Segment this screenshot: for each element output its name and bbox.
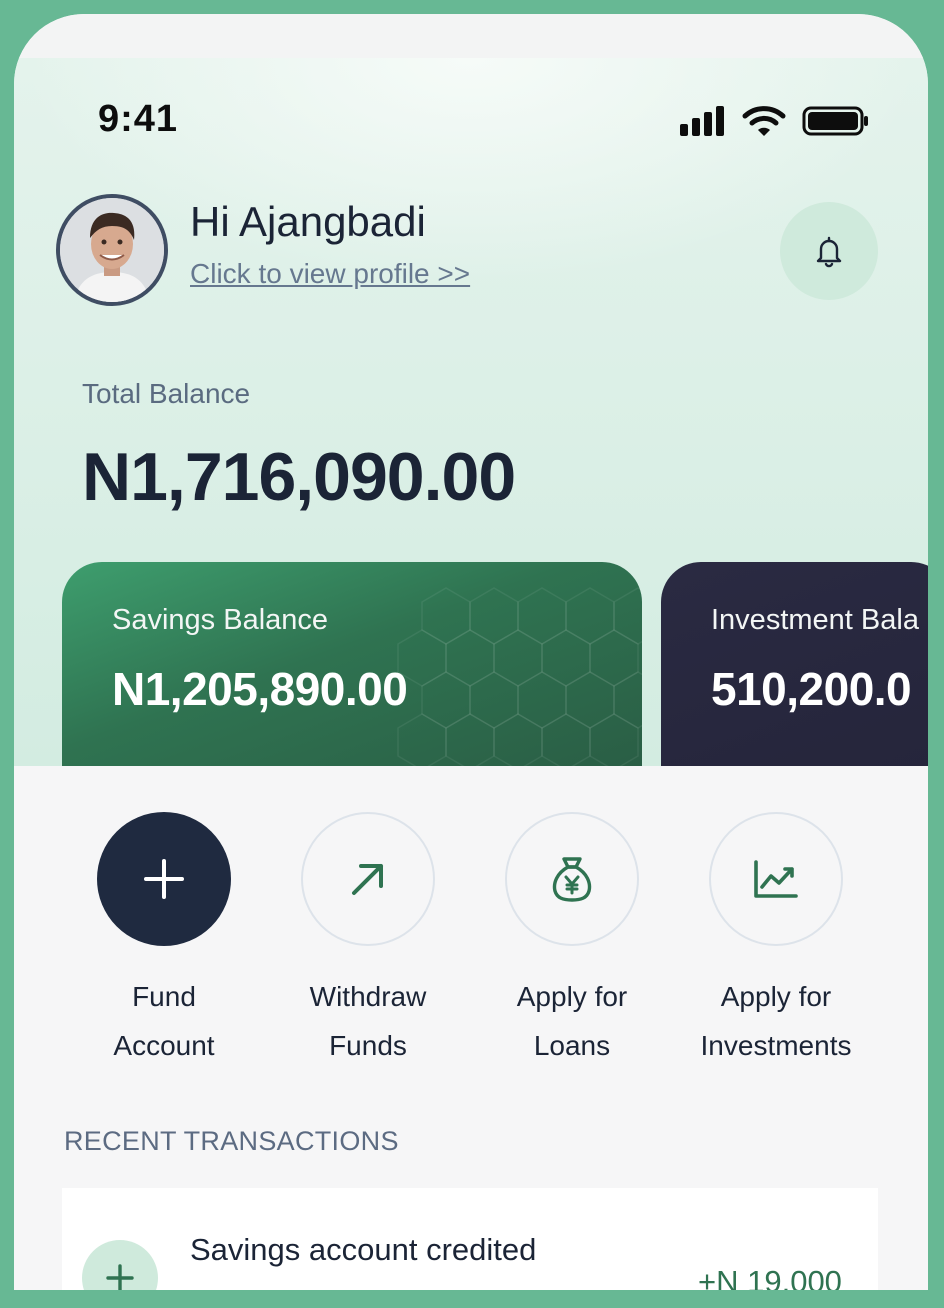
apply-for-investments-button[interactable]: Apply for Investments	[674, 812, 878, 1070]
view-profile-link[interactable]: Click to view profile >>	[190, 258, 470, 290]
transaction-title: Savings account credited	[190, 1232, 537, 1267]
withdraw-funds-button[interactable]: Withdraw Funds	[266, 812, 470, 1070]
transaction-list-item[interactable]: Savings account credited +N 19,000	[62, 1188, 878, 1290]
investment-balance-value: 510,200.0	[711, 663, 912, 715]
apply-for-investments-label-line1: Apply for	[720, 981, 832, 1012]
battery-icon	[802, 106, 868, 136]
apply-for-investments-circle[interactable]	[709, 812, 843, 946]
recent-transactions-title: RECENT TRANSACTIONS	[64, 1126, 399, 1156]
apply-for-loans-label-line2: Loans	[533, 1030, 611, 1061]
apply-for-investments-label-line2: Investments	[700, 1030, 852, 1061]
plus-icon	[144, 859, 184, 899]
apply-for-loans-label-line1: Apply for	[516, 981, 628, 1012]
withdraw-funds-circle[interactable]	[301, 812, 435, 946]
savings-balance-value: N1,205,890.00	[112, 663, 408, 715]
arrow-up-right-icon	[352, 864, 383, 895]
transaction-icon-badge	[82, 1240, 158, 1290]
fund-account-circle[interactable]	[97, 812, 231, 946]
savings-balance-label: Savings Balance	[112, 604, 329, 636]
fund-account-button[interactable]: Fund Account	[62, 812, 266, 1070]
money-bag-icon	[552, 857, 592, 902]
savings-balance-card[interactable]: Savings Balance N1,205,890.00	[62, 562, 642, 766]
top-strip	[14, 14, 928, 58]
apply-for-loans-button[interactable]: Apply for Loans	[470, 812, 674, 1070]
avatar[interactable]	[56, 194, 168, 306]
withdraw-funds-label-line1: Withdraw	[309, 981, 427, 1012]
apply-for-loans-label: Apply for Loans	[470, 972, 674, 1070]
investment-balance-card[interactable]: Investment Bala 510,200.0	[661, 562, 928, 766]
fund-account-label-line2: Account	[113, 1030, 215, 1061]
greeting-text: Hi Ajangbadi	[190, 198, 426, 245]
bell-icon	[816, 236, 842, 268]
withdraw-funds-label-line2: Funds	[329, 1030, 407, 1061]
withdraw-funds-label: Withdraw Funds	[266, 972, 470, 1070]
fund-account-label-line1: Fund	[132, 981, 196, 1012]
apply-for-loans-circle[interactable]	[505, 812, 639, 946]
phone-screen: 9:41 Hi Ajangbadi Click to view profile …	[14, 14, 928, 1290]
notifications-button[interactable]	[780, 202, 878, 300]
fund-account-label: Fund Account	[62, 972, 266, 1070]
cellular-signal-icon	[680, 106, 724, 136]
apply-for-investments-label: Apply for Investments	[674, 972, 878, 1070]
total-balance-label: Total Balance	[82, 378, 251, 409]
wifi-icon	[742, 106, 786, 136]
profile-photo	[60, 198, 164, 302]
transaction-amount: +N 19,000	[698, 1264, 842, 1290]
status-time: 9:41	[98, 98, 179, 140]
total-balance-value: N1,716,090.00	[82, 439, 516, 515]
investment-balance-label: Investment Bala	[711, 604, 919, 636]
plus-icon	[106, 1264, 134, 1290]
chart-line-icon	[754, 860, 798, 898]
